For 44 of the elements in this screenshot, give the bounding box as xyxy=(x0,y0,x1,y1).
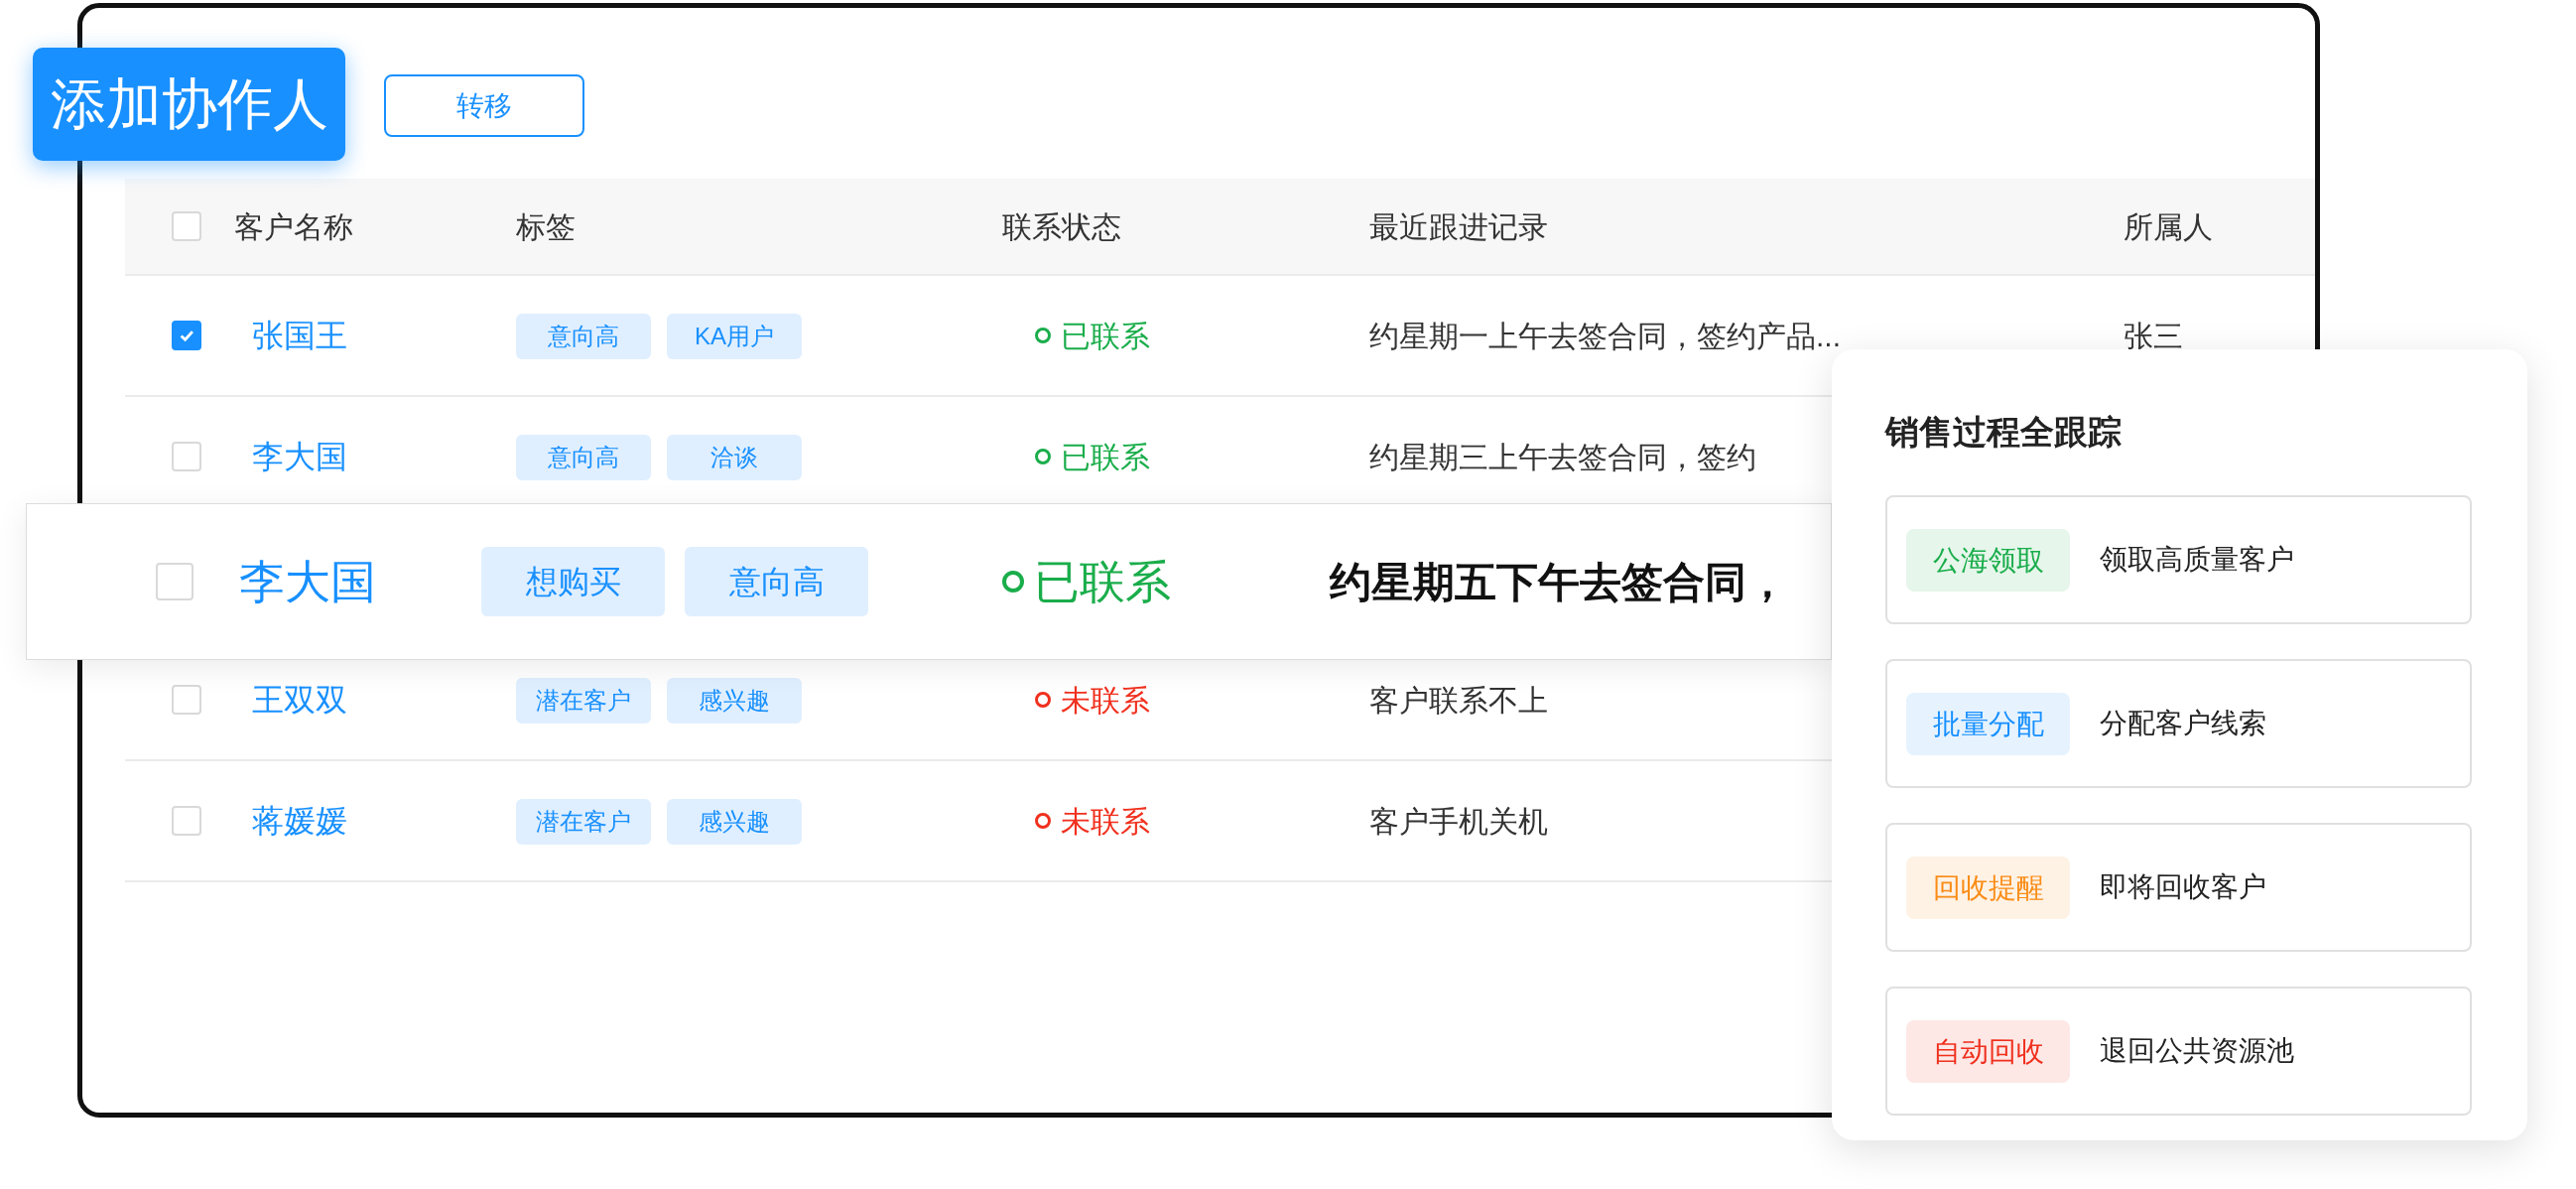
stage-description: 分配客户线索 xyxy=(2100,707,2266,740)
column-header: 最近跟进记录 xyxy=(1369,208,1549,245)
stage-description: 即将回收客户 xyxy=(2100,870,2266,904)
customer-name[interactable]: 张国王 xyxy=(252,318,347,353)
stage-description: 领取高质量客户 xyxy=(2100,543,2294,577)
stage-tag: 公海领取 xyxy=(1906,528,2070,592)
customer-name[interactable]: 李大国 xyxy=(193,547,481,616)
tag: KA用户 xyxy=(667,314,802,359)
tag: 潜在客户 xyxy=(516,678,651,724)
add-collaborator-button[interactable]: 添加协作人 xyxy=(33,48,345,161)
highlighted-row[interactable]: 李大国 想购买 意向高 已联系 约星期五下午去签合同， xyxy=(26,503,1832,660)
follow-up-record: 约星期三上午去签合同，签约 xyxy=(1369,440,1756,473)
follow-up-record: 客户联系不上 xyxy=(1369,683,1548,717)
follow-up-record: 约星期一上午去签合同，签约产品... xyxy=(1369,319,1841,352)
status-text: 已联系 xyxy=(1061,318,1150,354)
tag: 感兴趣 xyxy=(667,799,802,845)
column-header: 客户名称 xyxy=(234,208,354,245)
follow-up-record: 约星期五下午去签合同， xyxy=(1330,557,1788,607)
column-header: 所属人 xyxy=(2124,208,2214,245)
tag: 意向高 xyxy=(516,314,651,359)
status-text: 未联系 xyxy=(1061,682,1150,719)
customer-name[interactable]: 王双双 xyxy=(252,682,347,718)
column-header: 标签 xyxy=(516,208,577,245)
tag: 想购买 xyxy=(481,547,665,616)
stage-tag: 回收提醒 xyxy=(1906,856,2070,919)
stage-tag: 自动回收 xyxy=(1906,1019,2070,1083)
checkbox[interactable] xyxy=(172,321,201,350)
customer-name[interactable]: 蒋媛媛 xyxy=(252,803,347,839)
stage-description: 退回公共资源池 xyxy=(2100,1034,2294,1068)
tag: 洽谈 xyxy=(667,435,802,480)
panel-title: 销售过程全跟踪 xyxy=(1885,412,2123,453)
tag: 潜在客户 xyxy=(516,799,651,845)
follow-up-record: 客户手机关机 xyxy=(1369,804,1548,838)
status-text: 已联系 xyxy=(1034,554,1171,609)
transfer-button[interactable]: 转移 xyxy=(384,74,584,137)
customer-name[interactable]: 李大国 xyxy=(252,439,347,474)
owner-name: 张三 xyxy=(2124,319,2183,352)
status-text: 未联系 xyxy=(1061,803,1150,840)
stage-tag: 批量分配 xyxy=(1906,692,2070,755)
tag: 意向高 xyxy=(685,547,868,616)
tag: 意向高 xyxy=(516,435,651,480)
column-header: 联系状态 xyxy=(1002,208,1122,245)
status-text: 已联系 xyxy=(1061,439,1150,475)
tag: 感兴趣 xyxy=(667,678,802,724)
